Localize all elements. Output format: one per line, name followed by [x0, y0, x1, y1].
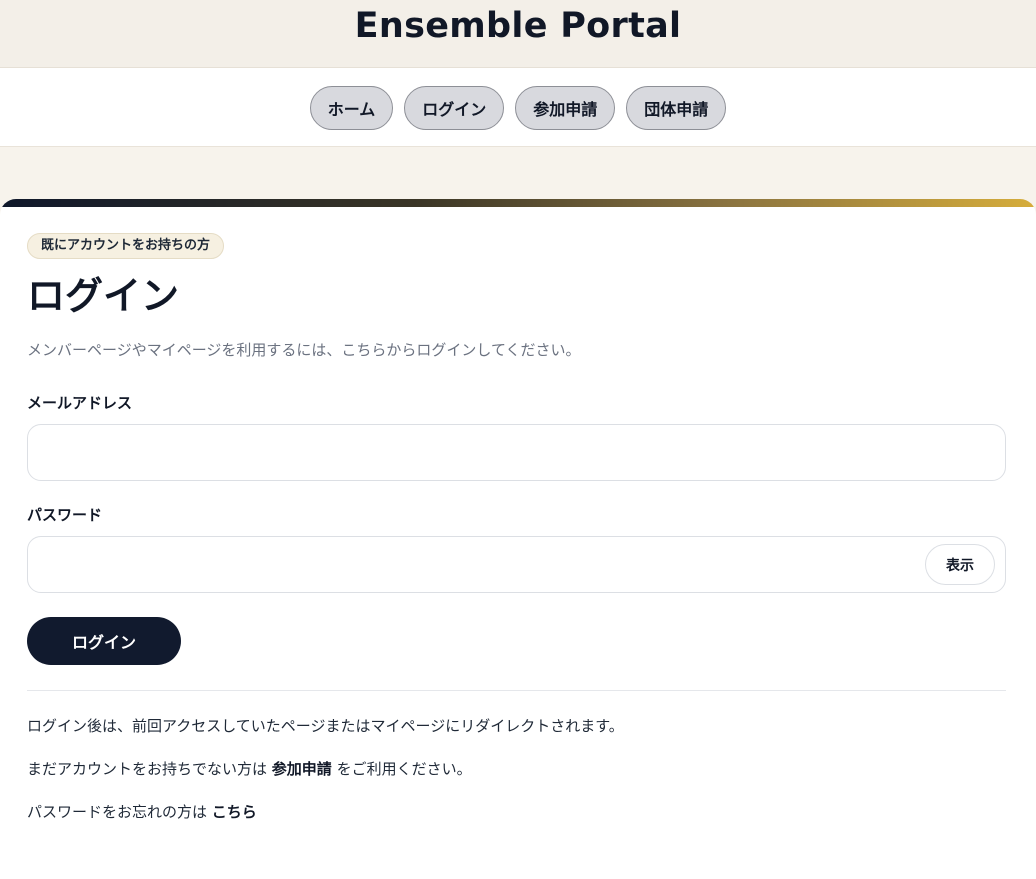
signup-note-suffix: をご利用ください。 [331, 760, 472, 778]
nav-home-button[interactable]: ホーム [309, 85, 394, 130]
password-field-wrapper: 表示 [27, 536, 1006, 593]
forgot-password-note: パスワードをお忘れの方は こちら [27, 801, 1006, 823]
page-title: ログイン [27, 274, 180, 318]
email-field-wrapper [27, 424, 1006, 481]
main-nav: ホーム ログイン 参加申請 団体申請 [0, 68, 1036, 147]
show-password-button[interactable]: 表示 [925, 544, 995, 585]
password-label: パスワード [27, 506, 103, 524]
signup-link[interactable]: 参加申請 [272, 760, 332, 778]
password-field[interactable] [28, 537, 1005, 592]
card-accent-bar [0, 199, 1036, 207]
site-title: Ensemble Portal [354, 6, 682, 46]
redirect-note: ログイン後は、前回アクセスしていたページまたはマイページにリダイレクトされます。 [27, 717, 624, 735]
nav-login-button[interactable]: ログイン [404, 85, 505, 130]
login-submit-button[interactable]: ログイン [27, 617, 181, 665]
nav-join-request-button[interactable]: 参加申請 [515, 85, 616, 130]
login-card: 既にアカウントをお持ちの方 ログイン メンバーページやマイページを利用するには、… [0, 199, 1036, 879]
email-label: メールアドレス [27, 394, 133, 412]
page-description: メンバーページやマイページを利用するには、こちらからログインしてください。 [27, 341, 581, 359]
email-field[interactable] [28, 425, 1005, 480]
nav-group-request-button[interactable]: 団体申請 [626, 85, 727, 130]
site-header: Ensemble Portal [0, 0, 1036, 68]
eyebrow-badge: 既にアカウントをお持ちの方 [27, 233, 225, 259]
forgot-password-link[interactable]: こちら [212, 803, 257, 821]
divider [27, 690, 1006, 691]
forgot-note-prefix: パスワードをお忘れの方は [27, 803, 212, 821]
signup-note-prefix: まだアカウントをお持ちでない方は [27, 760, 272, 778]
signup-note: まだアカウントをお持ちでない方は 参加申請 をご利用ください。 [27, 758, 1006, 780]
